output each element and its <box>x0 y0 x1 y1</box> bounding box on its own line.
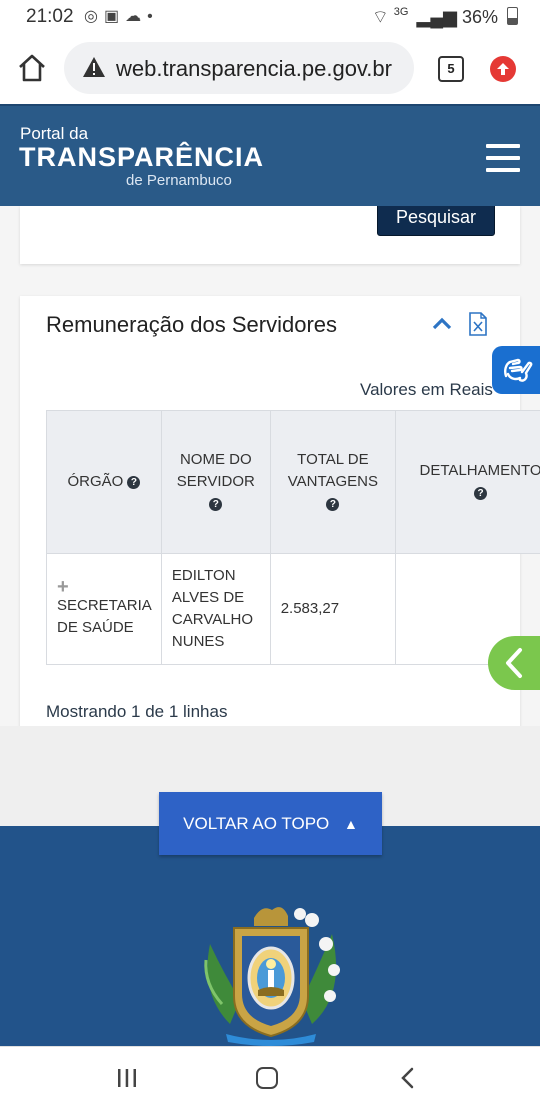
notification-icons: ◎▣☁• <box>84 6 159 26</box>
cell-total: 2.583,27 <box>270 554 395 665</box>
status-bar: 21:02 ◎▣☁• ⌔ 3G ▂▄▆ 36% <box>0 0 540 34</box>
column-header-nome[interactable]: NOME DO SERVIDOR ? <box>161 411 270 554</box>
column-label: DETALHAMENTO <box>420 462 540 479</box>
system-navigation-bar <box>0 1046 540 1111</box>
help-icon[interactable]: ? <box>209 498 222 511</box>
back-to-top-button[interactable]: VOLTAR AO TOPO ▲ <box>159 792 382 855</box>
table-header-row: ÓRGÃO ? NOME DO SERVIDOR ? TOTAL DE VANT… <box>47 411 540 554</box>
home-nav-icon[interactable] <box>256 1067 278 1089</box>
status-time: 21:02 <box>26 6 74 28</box>
network-type: 3G <box>394 6 409 18</box>
column-header-orgao[interactable]: ÓRGÃO ? <box>47 411 162 554</box>
logo-line-3: de Pernambuco <box>126 172 232 189</box>
status-right: ⌔ 3G ▂▄▆ 36% <box>372 6 518 29</box>
currency-note: Valores em Reais <box>360 380 493 400</box>
recent-apps-icon[interactable] <box>116 1067 138 1089</box>
site-header: Portal da TRANSPARÊNCIA de Pernambuco <box>0 104 540 208</box>
help-icon[interactable]: ? <box>474 487 487 500</box>
results-card: Remuneração dos Servidores Valores em Re… <box>20 296 520 726</box>
tab-switcher-button[interactable]: 5 <box>438 56 464 82</box>
cell-nome: EDILTON ALVES DE CARVALHO NUNES <box>161 554 270 665</box>
address-bar[interactable]: web.transparencia.pe.gov.br <box>64 42 414 94</box>
column-label: NOME DO SERVIDOR <box>176 449 256 493</box>
help-icon[interactable]: ? <box>127 476 140 489</box>
expand-plus-icon[interactable]: + <box>57 579 155 595</box>
column-header-total[interactable]: TOTAL DE VANTAGENS ? <box>270 411 395 554</box>
total-value: 2.583,27 <box>281 600 339 617</box>
wifi-icon: ⌔ <box>372 7 389 27</box>
warning-icon[interactable] <box>82 56 106 78</box>
column-label: TOTAL DE VANTAGENS <box>283 449 383 493</box>
chevron-left-icon <box>488 636 540 690</box>
cell-orgao: + SECRETARIA DE SAÚDE <box>47 554 162 665</box>
logo-line-2: TRANSPARÊNCIA <box>19 142 264 173</box>
table-row[interactable]: + SECRETARIA DE SAÚDE EDILTON ALVES DE C… <box>47 554 540 665</box>
column-label: ÓRGÃO <box>67 473 123 490</box>
back-to-top-label: VOLTAR AO TOPO <box>183 814 329 833</box>
battery-percent: 36% <box>462 7 498 27</box>
side-panel-tab[interactable] <box>488 636 540 690</box>
orgao-value: SECRETARIA DE SAÚDE <box>57 597 151 636</box>
help-icon[interactable]: ? <box>326 498 339 511</box>
column-header-detalhamento[interactable]: DETALHAMENTO ? <box>396 411 540 554</box>
excel-export-icon[interactable] <box>468 312 488 336</box>
back-icon[interactable] <box>398 1067 416 1089</box>
signal-icon: ▂▄▆ <box>416 7 456 27</box>
main-content: Pesquisar Remuneração dos Servidores Val… <box>0 206 540 726</box>
url-text[interactable]: web.transparencia.pe.gov.br <box>116 56 392 82</box>
battery-icon <box>507 7 518 25</box>
search-card: Pesquisar <box>20 206 520 264</box>
menu-icon[interactable] <box>486 144 520 172</box>
chevron-up-icon[interactable] <box>432 316 452 330</box>
home-icon[interactable] <box>16 52 48 84</box>
rows-count-text: Mostrando 1 de 1 linhas <box>46 702 227 722</box>
logo-line-1: Portal da <box>20 124 88 144</box>
pernambuco-coat-of-arms <box>196 904 346 1046</box>
arrow-up-icon: ▲ <box>344 816 358 832</box>
hands-icon <box>492 346 540 394</box>
results-table: ÓRGÃO ? NOME DO SERVIDOR ? TOTAL DE VANT… <box>46 410 540 665</box>
upload-extension-icon[interactable] <box>490 56 516 82</box>
sign-language-widget[interactable] <box>492 346 540 394</box>
search-button[interactable]: Pesquisar <box>377 206 495 236</box>
nome-value: EDILTON ALVES DE CARVALHO NUNES <box>172 567 253 650</box>
results-title: Remuneração dos Servidores <box>46 312 337 338</box>
browser-toolbar: web.transparencia.pe.gov.br 5 <box>0 34 540 104</box>
